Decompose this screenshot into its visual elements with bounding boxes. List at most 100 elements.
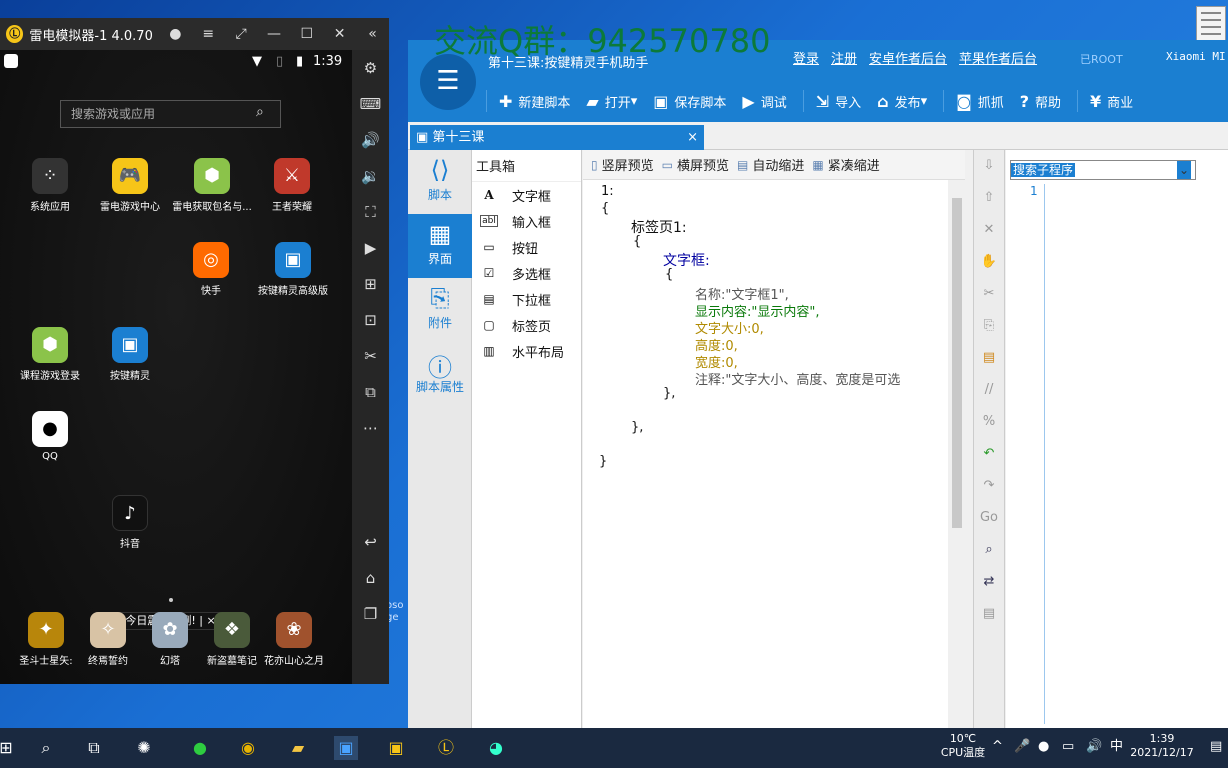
- open-button[interactable]: ▰ 打开 ▾: [586, 92, 637, 111]
- tab-lesson13[interactable]: ▣ 第十三课 ×: [410, 125, 704, 150]
- redo-icon[interactable]: ↷: [974, 470, 1004, 502]
- goto-icon[interactable]: Go: [974, 502, 1004, 534]
- auto-indent-button[interactable]: ▤ 自动缩进: [737, 155, 804, 175]
- browser-360-icon[interactable]: ●: [188, 736, 212, 760]
- code-area[interactable]: 1: { 标签页1: { 文字框: { 名称:"文字框1", 显示内容:"显示内…: [583, 180, 948, 728]
- clock[interactable]: 1:39 2021/12/17: [1128, 732, 1196, 760]
- landscape-preview-button[interactable]: ▭ 横屏预览: [662, 155, 729, 175]
- delete-icon[interactable]: ✕: [974, 214, 1004, 246]
- editor-scroll-thumb[interactable]: [952, 198, 962, 528]
- apk-icon[interactable]: ⊡: [352, 302, 389, 338]
- fullscreen-icon[interactable]: ⛶: [352, 194, 389, 230]
- menu-icon[interactable]: ≡: [192, 26, 225, 42]
- app-course-login[interactable]: ⬢ 课程游戏登录: [10, 327, 90, 382]
- pinwheel-app-icon[interactable]: ✺: [132, 736, 156, 760]
- copy-icon[interactable]: ⎘: [974, 310, 1004, 342]
- video-icon[interactable]: ⧉: [352, 374, 389, 410]
- comment-icon[interactable]: //: [974, 374, 1004, 406]
- volume-up-icon[interactable]: 🔊: [352, 122, 389, 158]
- app-honor-of-kings[interactable]: ⚔ 王者荣耀: [252, 158, 332, 213]
- tool-tabpage[interactable]: ▢ 标签页: [472, 312, 581, 338]
- chrome-icon[interactable]: ◉: [236, 736, 260, 760]
- import-button[interactable]: ⇲ 导入: [816, 92, 861, 111]
- restore-icon[interactable]: ⤢: [225, 26, 258, 42]
- desktop-file-icon[interactable]: [1196, 6, 1226, 42]
- network-icon[interactable]: ▭: [1062, 740, 1074, 754]
- app-anjian[interactable]: ▣ 按键精灵: [90, 327, 170, 382]
- uncomment-icon[interactable]: %: [974, 406, 1004, 438]
- compact-indent-button[interactable]: ▦ 紧凑缩进: [812, 155, 879, 175]
- new-script-button[interactable]: ✚ 新建脚本: [499, 92, 570, 111]
- task-view-icon[interactable]: ⧉: [82, 736, 106, 760]
- dock-app-5[interactable]: ❀ 花亦山心之月: [254, 612, 334, 667]
- tray-expand-icon[interactable]: ^: [992, 740, 1003, 754]
- scissors-icon[interactable]: ✂: [352, 338, 389, 374]
- tool-dropdown[interactable]: ▤ 下拉框: [472, 286, 581, 312]
- volume-icon[interactable]: 🔊: [1086, 740, 1102, 754]
- app-kuaishou[interactable]: ◎ 快手: [171, 242, 251, 297]
- app-anjian-pro[interactable]: ▣ 按键精灵高级版: [252, 242, 334, 297]
- tool-input[interactable]: abl 输入框: [472, 208, 581, 234]
- bookmark-icon[interactable]: ▤: [974, 598, 1004, 630]
- app-qq[interactable]: ● QQ: [10, 411, 90, 462]
- collapse-sidebar-icon[interactable]: «: [356, 26, 389, 42]
- move-up-icon[interactable]: ⇧: [974, 182, 1004, 214]
- portrait-preview-button[interactable]: ▯ 竖屏预览: [591, 155, 654, 175]
- app-game-center[interactable]: 🎮 雷电游戏中心: [90, 158, 170, 213]
- home-icon[interactable]: ⌂: [352, 560, 389, 596]
- debug-button[interactable]: ▶ 调试: [742, 92, 786, 111]
- tool-hlayout[interactable]: ▥ 水平布局: [472, 338, 581, 364]
- publish-button[interactable]: ⌂ 发布 ▾: [877, 92, 927, 111]
- minimize-icon[interactable]: —: [258, 26, 291, 42]
- more-icon[interactable]: ⋯: [352, 410, 389, 446]
- app-package-name[interactable]: ⬢ 雷电获取包名与...: [171, 158, 253, 213]
- find-icon[interactable]: ⌕: [974, 534, 1004, 566]
- undo-icon[interactable]: ↶: [974, 438, 1004, 470]
- android-author-link[interactable]: 安卓作者后台: [869, 48, 947, 67]
- user-icon[interactable]: ●: [159, 26, 192, 42]
- ime-indicator[interactable]: 中: [1110, 740, 1123, 754]
- qq-tray-icon[interactable]: ●: [1038, 740, 1049, 754]
- save-button[interactable]: ▣ 保存脚本: [653, 92, 726, 111]
- tab-close-icon[interactable]: ×: [687, 125, 698, 150]
- search-icon[interactable]: ⌕: [34, 736, 58, 760]
- recent-icon[interactable]: ❐: [352, 596, 389, 632]
- explorer-icon[interactable]: ▰: [286, 736, 310, 760]
- tool-textlabel[interactable]: A 文字框: [472, 182, 581, 208]
- business-button[interactable]: ¥ 商业: [1090, 92, 1133, 111]
- settings-icon[interactable]: ⚙: [352, 50, 389, 86]
- nav-properties[interactable]: ⓘ 脚本属性: [408, 342, 472, 406]
- move-down-icon[interactable]: ⇩: [974, 150, 1004, 182]
- paste-icon[interactable]: ▤: [974, 342, 1004, 374]
- close-icon[interactable]: ✕: [323, 26, 356, 42]
- ide-menu-icon[interactable]: ☰: [420, 54, 476, 110]
- nav-ui[interactable]: ▦ 界面: [408, 214, 472, 278]
- login-link[interactable]: 登录: [793, 48, 819, 67]
- back-icon[interactable]: ↩: [352, 524, 389, 560]
- anjian-taskbar-icon[interactable]: ▣: [334, 736, 358, 760]
- app-icon[interactable]: ◕: [484, 736, 508, 760]
- register-link[interactable]: 注册: [831, 48, 857, 67]
- mic-icon[interactable]: 🎤: [1014, 740, 1030, 754]
- tool-checkbox[interactable]: ☑ 多选框: [472, 260, 581, 286]
- maximize-icon[interactable]: ☐: [290, 26, 323, 42]
- notification-icon[interactable]: ▤: [1210, 740, 1222, 754]
- record-icon[interactable]: ▶: [352, 230, 389, 266]
- volume-down-icon[interactable]: 🔉: [352, 158, 389, 194]
- replace-icon[interactable]: ⇄: [974, 566, 1004, 598]
- add-icon[interactable]: ⊞: [352, 266, 389, 302]
- tool-button[interactable]: ▭ 按钮: [472, 234, 581, 260]
- ldplayer-icon[interactable]: Ⓛ: [434, 736, 458, 760]
- nav-script[interactable]: ⟨⟩ 脚本: [408, 150, 472, 214]
- app-search-input[interactable]: 搜索游戏或应用: [60, 100, 281, 128]
- cut-icon[interactable]: ✂: [974, 278, 1004, 310]
- search-icon[interactable]: ⌕: [256, 104, 264, 120]
- hand-icon[interactable]: ✋: [974, 246, 1004, 278]
- ldplayer-multi-icon[interactable]: ▣: [384, 736, 408, 760]
- apple-author-link[interactable]: 苹果作者后台: [959, 48, 1037, 67]
- capture-button[interactable]: ◙ 抓抓: [956, 92, 1004, 111]
- start-icon[interactable]: ⊞: [0, 736, 18, 760]
- app-douyin[interactable]: ♪ 抖音: [90, 495, 170, 550]
- keyboard-icon[interactable]: ⌨: [352, 86, 389, 122]
- nav-attachment[interactable]: ⎘ 附件: [408, 278, 472, 342]
